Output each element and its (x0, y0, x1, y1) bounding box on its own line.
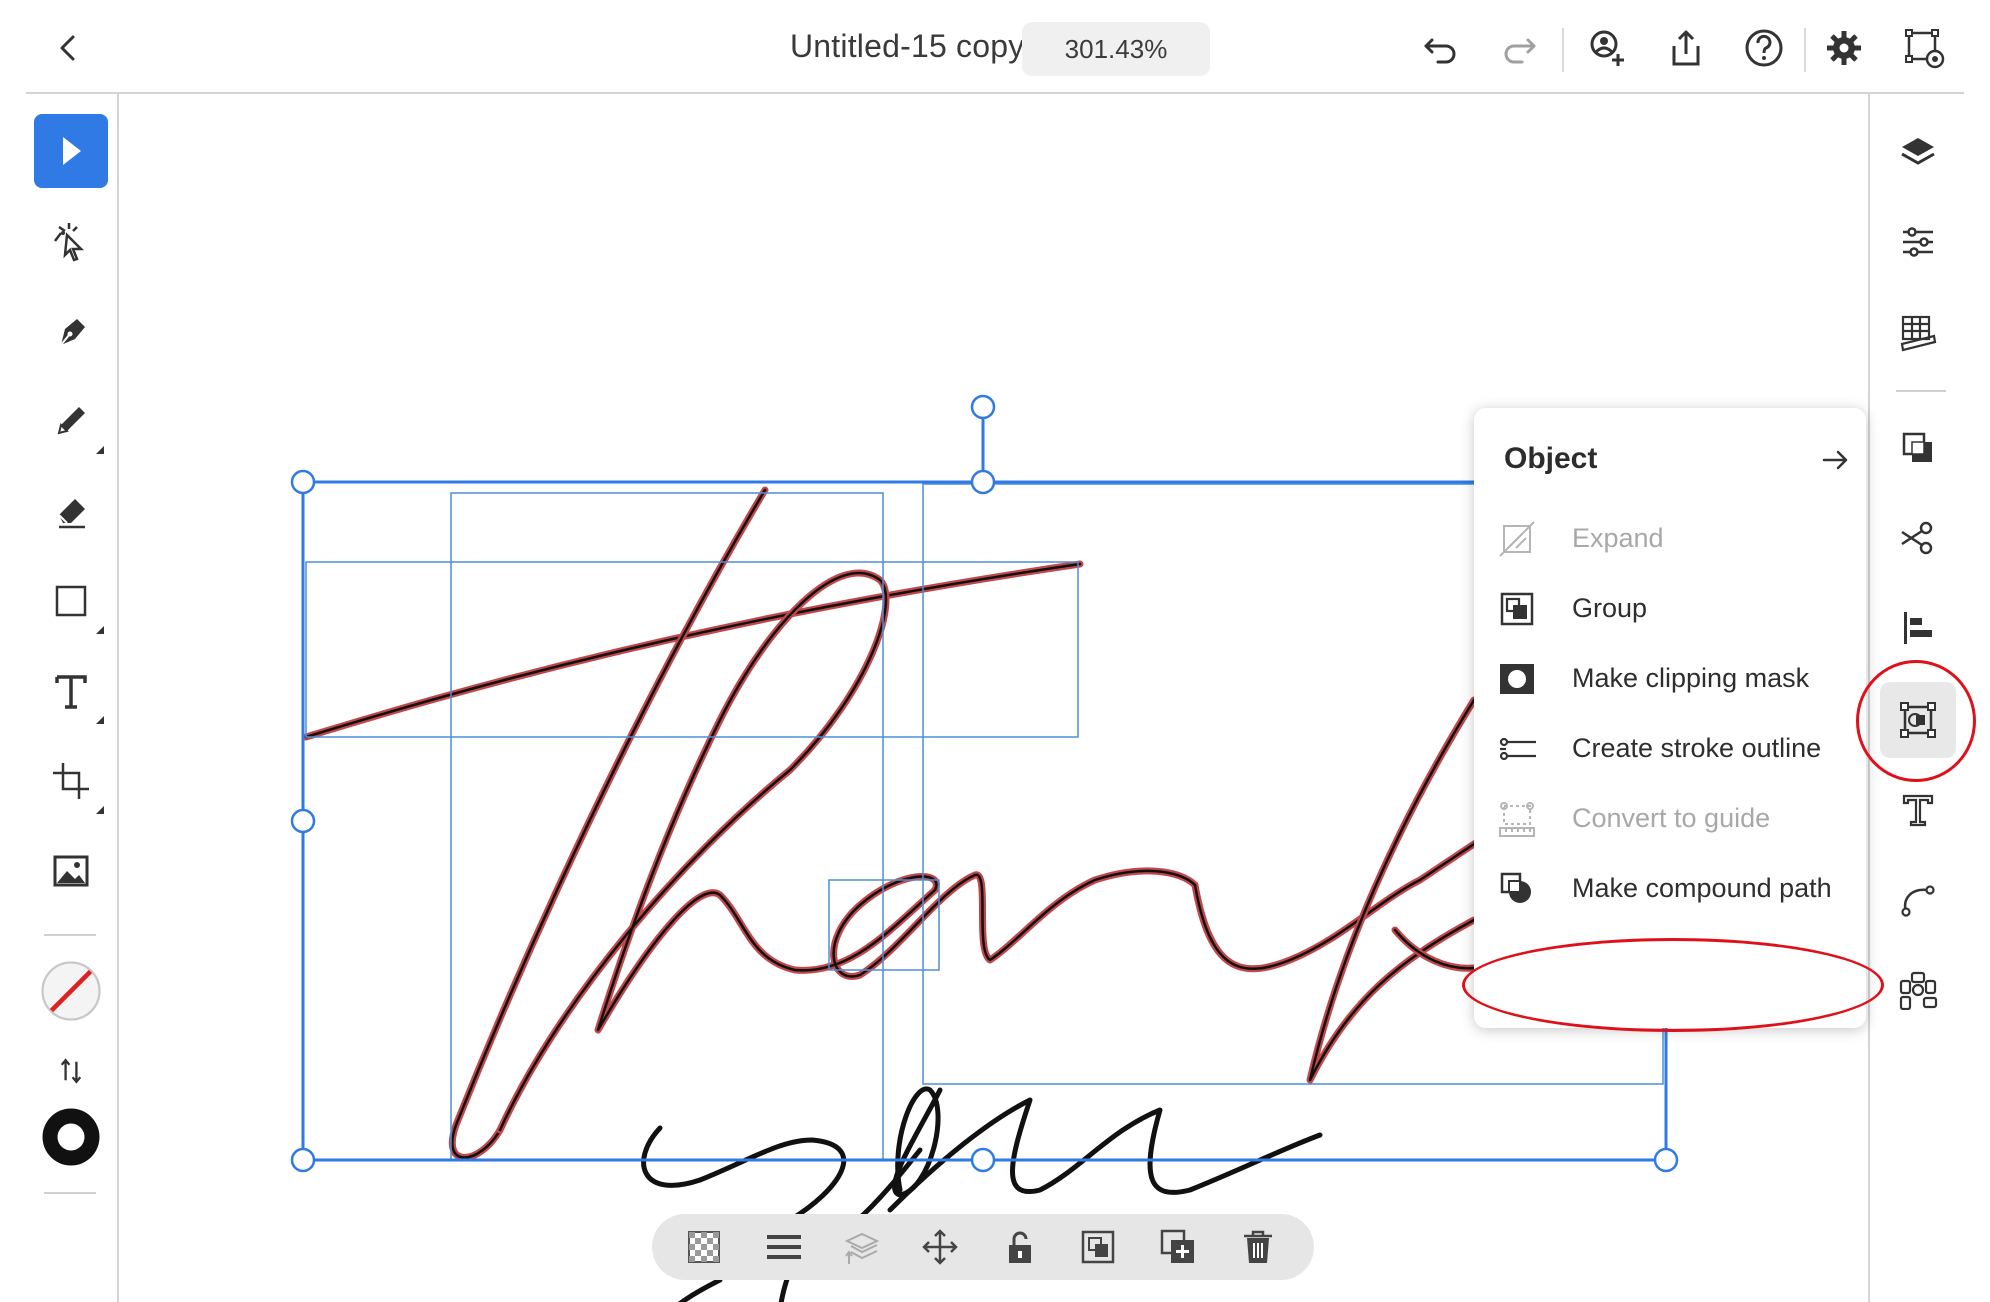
eraser-tool[interactable] (34, 474, 108, 548)
scissors-icon[interactable] (1880, 500, 1956, 576)
menu-item-group[interactable]: Group (1474, 574, 1866, 644)
type-t-icon (55, 675, 87, 709)
settings-icon[interactable] (1818, 22, 1870, 74)
layer-order-icon[interactable] (838, 1223, 886, 1271)
menu-item-label: Convert to guide (1572, 803, 1771, 833)
submenu-indicator (96, 716, 104, 724)
delete-icon[interactable] (1234, 1223, 1282, 1271)
pen-nib-icon (60, 319, 85, 346)
menu-item-stroke-outline[interactable]: Create stroke outline (1474, 714, 1866, 784)
duplicate-icon[interactable] (1154, 1223, 1202, 1271)
direct-select-icon (54, 223, 85, 262)
pencil-tool[interactable] (34, 384, 108, 458)
submenu-indicator (96, 806, 104, 814)
redo-icon[interactable] (1494, 22, 1546, 74)
toolbar-divider (44, 1192, 96, 1194)
menu-item-label: Make clipping mask (1572, 663, 1810, 693)
arrow-right-icon[interactable] (1818, 442, 1854, 478)
properties-icon[interactable] (1880, 204, 1956, 280)
path-icon[interactable] (1880, 862, 1956, 938)
help-icon[interactable] (1738, 22, 1790, 74)
place-image-tool[interactable] (34, 834, 108, 908)
menu-item-label: Create stroke outline (1572, 733, 1822, 763)
object-icon[interactable] (1880, 682, 1956, 758)
repeat-icon[interactable] (1880, 952, 1956, 1028)
expand-icon (1499, 521, 1535, 557)
align-icon[interactable] (1880, 590, 1956, 666)
artboard-tool[interactable] (34, 744, 108, 818)
menu-item-compound-path[interactable]: Make compound path (1474, 854, 1866, 924)
resize-handle[interactable] (290, 808, 316, 834)
compound-path-icon (1500, 872, 1531, 903)
clipping-mask-icon (1500, 664, 1534, 694)
rectangle-tool[interactable] (34, 564, 108, 638)
stroke-swatch[interactable] (34, 1100, 108, 1174)
fill-swatch[interactable] (34, 954, 108, 1028)
right-toolbar-border (1868, 94, 1870, 1302)
contextual-taskbar (652, 1214, 1314, 1280)
share-icon[interactable] (1660, 22, 1712, 74)
rotate-handle[interactable] (970, 394, 996, 420)
lock-icon[interactable] (996, 1223, 1044, 1271)
resize-handle[interactable] (1653, 1147, 1679, 1173)
menu-item-label: Expand (1572, 523, 1664, 553)
resize-handle[interactable] (290, 469, 316, 495)
menu-item-label: Group (1572, 593, 1648, 623)
group-icon[interactable] (1074, 1223, 1122, 1271)
arrow-pointer-icon (63, 137, 81, 165)
libraries-grid-icon[interactable] (1880, 294, 1956, 370)
transparency-icon[interactable] (680, 1223, 728, 1271)
document-title[interactable]: Untitled-15 copy (790, 28, 1024, 65)
resize-handle[interactable] (290, 1147, 316, 1173)
layers-icon[interactable] (1880, 114, 1956, 190)
top-bar-divider (1804, 28, 1806, 72)
rectangle-icon (55, 585, 87, 617)
pencil-icon (57, 407, 85, 435)
menu-item-expand[interactable]: Expand (1474, 504, 1866, 574)
pen-tool[interactable] (34, 294, 108, 368)
swap-arrows-icon (60, 1058, 82, 1084)
object-panel: Object Expand Group Make clipping mask C… (1474, 408, 1866, 1028)
top-bar: Untitled-15 copy 301.43% (0, 0, 1990, 92)
group-icon (1500, 592, 1534, 626)
thank-path[interactable] (302, 486, 1484, 1161)
type-icon[interactable] (1880, 772, 1956, 848)
selection-tool[interactable] (34, 114, 108, 188)
swap-fill-stroke-button[interactable] (34, 1034, 108, 1108)
preview-icon[interactable] (1898, 22, 1950, 74)
menu-item-convert-to-guide[interactable]: Convert to guide (1474, 784, 1866, 854)
resize-handle[interactable] (970, 469, 996, 495)
undo-icon[interactable] (1414, 22, 1466, 74)
resize-handle[interactable] (970, 1147, 996, 1173)
back-chevron-icon[interactable] (42, 22, 94, 74)
top-bar-divider (1562, 28, 1564, 72)
eraser-icon (58, 499, 85, 529)
arrange-icon[interactable] (760, 1223, 808, 1271)
submenu-indicator (96, 626, 104, 634)
sub-path-bounds (305, 483, 1664, 1161)
toolbar-divider (44, 934, 96, 936)
invite-user-icon[interactable] (1580, 22, 1632, 74)
type-tool[interactable] (34, 654, 108, 728)
move-icon[interactable] (916, 1223, 964, 1271)
selection-bounding-box[interactable] (290, 394, 1679, 1173)
menu-item-label: Make compound path (1572, 873, 1832, 903)
direct-selection-tool[interactable] (34, 204, 108, 278)
zoom-level-field[interactable]: 301.43% (1022, 22, 1210, 76)
toolbar-divider (1896, 390, 1946, 392)
zoom-level-value: 301.43% (1064, 33, 1168, 64)
object-panel-title: Object (1504, 442, 1598, 475)
menu-item-clipping-mask[interactable]: Make clipping mask (1474, 644, 1866, 714)
submenu-indicator (96, 446, 104, 454)
artboard-icon (53, 763, 89, 799)
no-fill-swatch-icon (41, 961, 101, 1021)
stroke-swatch-icon (42, 1108, 100, 1166)
image-icon (53, 855, 89, 887)
pathfinder-icon[interactable] (1880, 410, 1956, 486)
guide-icon (1499, 802, 1535, 837)
stroke-outline-icon (1499, 737, 1536, 761)
